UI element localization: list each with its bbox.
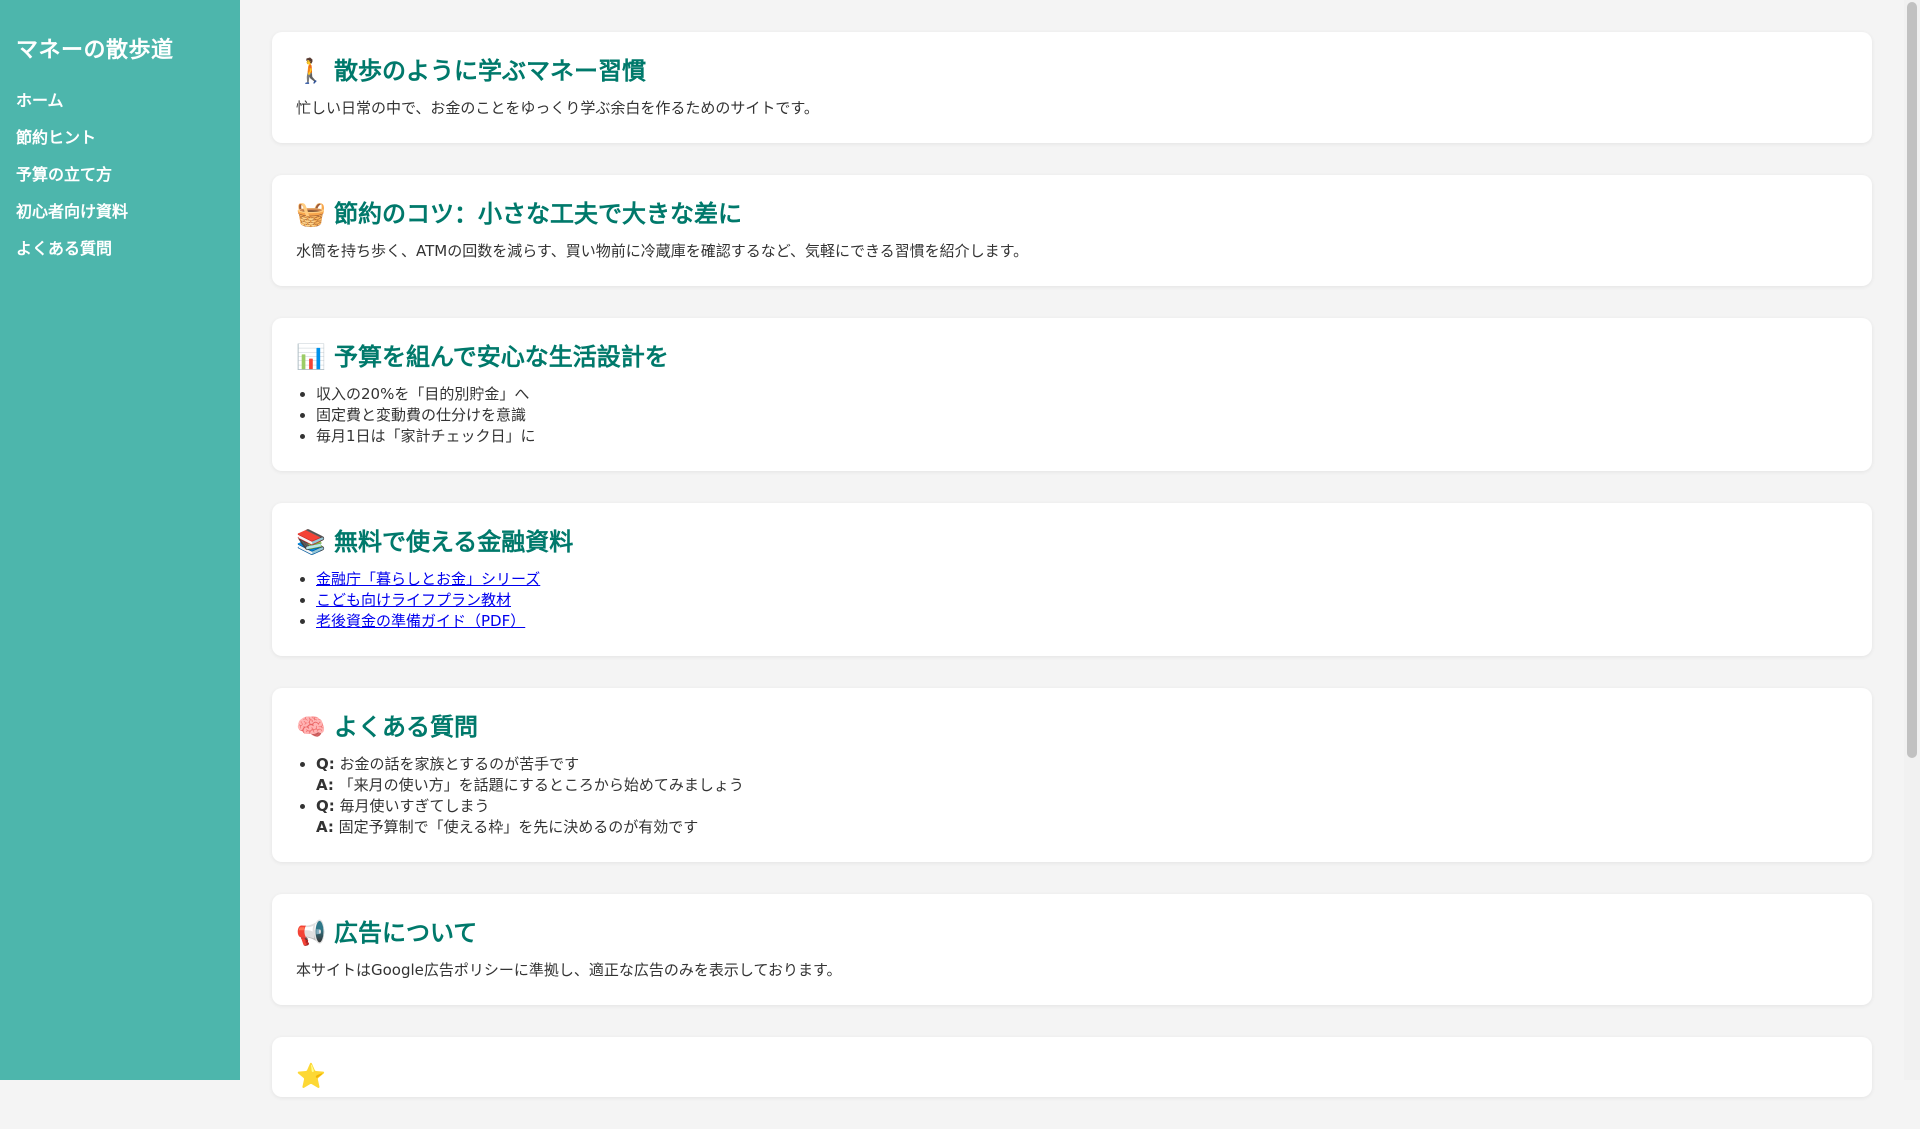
list-item: 金融庁「暮らしとお金」シリーズ	[316, 569, 1848, 590]
budget-card: 📊 予算を組んで安心な生活設計を 収入の20%を「目的別貯金」へ 固定費と変動費…	[272, 318, 1872, 471]
list-item: 収入の20%を「目的別貯金」へ	[316, 384, 1848, 405]
partial-heading: ⭐	[296, 1061, 1848, 1091]
faq-card: 🧠 よくある質問 Q: お金の話を家族とするのが苦手です A: 「来月の使い方」…	[272, 688, 1872, 862]
books-icon: 📚	[296, 528, 326, 556]
sidebar: マネーの散歩道 ホーム 節約ヒント 予算の立て方 初心者向け資料 よくある質問	[0, 0, 240, 1080]
resource-link-kids-lifeplan[interactable]: こども向けライフプラン教材	[316, 591, 511, 609]
megaphone-icon: 📢	[296, 919, 326, 947]
saving-text: 水筒を持ち歩く、ATMの回数を減らす、買い物前に冷蔵庫を確認するなど、気軽にでき…	[296, 242, 1029, 260]
saving-title: 節約のコツ：小さな工夫で大きな差に	[334, 200, 742, 228]
saving-heading: 🧺 節約のコツ：小さな工夫で大きな差に	[296, 199, 1848, 229]
intro-heading: 🚶 散歩のように学ぶマネー習慣	[296, 56, 1848, 86]
ads-title: 広告について	[334, 919, 478, 947]
budget-list: 収入の20%を「目的別貯金」へ 固定費と変動費の仕分けを意識 毎月1日は「家計チ…	[296, 384, 1848, 447]
question-label: Q:	[316, 797, 335, 815]
resources-title: 無料で使える金融資料	[334, 528, 574, 556]
question-label: Q:	[316, 755, 335, 773]
faq-list: Q: お金の話を家族とするのが苦手です A: 「来月の使い方」を話題にするところ…	[296, 754, 1848, 838]
star-icon: ⭐	[296, 1062, 326, 1090]
ads-text: 本サイトはGoogle広告ポリシーに準拠し、適正な広告のみを表示しております。	[296, 961, 842, 979]
question-text: 毎月使いすぎてしまう	[339, 797, 490, 815]
bar-chart-icon: 📊	[296, 343, 326, 371]
nav-item-saving-tips[interactable]: 節約ヒント	[16, 127, 224, 148]
faq-title: よくある質問	[334, 713, 478, 741]
basket-icon: 🧺	[296, 200, 326, 228]
partial-card: ⭐	[272, 1037, 1872, 1097]
intro-card: 🚶 散歩のように学ぶマネー習慣 忙しい日常の中で、お金のことをゆっくり学ぶ余白を…	[272, 32, 1872, 143]
answer-text: 「来月の使い方」を話題にするところから始めてみましょう	[338, 776, 744, 794]
list-item: 固定費と変動費の仕分けを意識	[316, 405, 1848, 426]
resource-link-retirement-guide[interactable]: 老後資金の準備ガイド（PDF）	[316, 612, 525, 630]
resources-card: 📚 無料で使える金融資料 金融庁「暮らしとお金」シリーズ こども向けライフプラン…	[272, 503, 1872, 656]
answer-label: A:	[316, 818, 334, 836]
nav-item-beginner-resources[interactable]: 初心者向け資料	[16, 201, 224, 222]
brain-icon: 🧠	[296, 713, 326, 741]
list-item: こども向けライフプラン教材	[316, 590, 1848, 611]
main-content: 🚶 散歩のように学ぶマネー習慣 忙しい日常の中で、お金のことをゆっくり学ぶ余白を…	[272, 32, 1872, 1129]
answer-label: A:	[316, 776, 334, 794]
nav-item-faq[interactable]: よくある質問	[16, 238, 224, 259]
faq-item: Q: 毎月使いすぎてしまう A: 固定予算制で「使える枠」を先に決めるのが有効で…	[316, 796, 1848, 838]
intro-title: 散歩のように学ぶマネー習慣	[334, 57, 646, 85]
budget-title: 予算を組んで安心な生活設計を	[334, 343, 669, 371]
budget-heading: 📊 予算を組んで安心な生活設計を	[296, 342, 1848, 372]
scrollbar[interactable]	[1904, 0, 1920, 1080]
intro-text: 忙しい日常の中で、お金のことをゆっくり学ぶ余白を作るためのサイトです。	[296, 99, 819, 117]
resource-link-fsa-series[interactable]: 金融庁「暮らしとお金」シリーズ	[316, 570, 540, 588]
resources-heading: 📚 無料で使える金融資料	[296, 527, 1848, 557]
nav-item-home[interactable]: ホーム	[16, 90, 224, 111]
nav-item-budget[interactable]: 予算の立て方	[16, 164, 224, 185]
list-item: 老後資金の準備ガイド（PDF）	[316, 611, 1848, 632]
answer-text: 固定予算制で「使える枠」を先に決めるのが有効です	[338, 818, 699, 836]
faq-item: Q: お金の話を家族とするのが苦手です A: 「来月の使い方」を話題にするところ…	[316, 754, 1848, 796]
list-item: 毎月1日は「家計チェック日」に	[316, 426, 1848, 447]
resources-list: 金融庁「暮らしとお金」シリーズ こども向けライフプラン教材 老後資金の準備ガイド…	[296, 569, 1848, 632]
scrollbar-thumb[interactable]	[1907, 2, 1917, 758]
ads-heading: 📢 広告について	[296, 918, 1848, 948]
walking-person-icon: 🚶	[296, 57, 326, 85]
ads-card: 📢 広告について 本サイトはGoogle広告ポリシーに準拠し、適正な広告のみを表…	[272, 894, 1872, 1005]
saving-card: 🧺 節約のコツ：小さな工夫で大きな差に 水筒を持ち歩く、ATMの回数を減らす、買…	[272, 175, 1872, 286]
faq-heading: 🧠 よくある質問	[296, 712, 1848, 742]
question-text: お金の話を家族とするのが苦手です	[339, 755, 580, 773]
site-title: マネーの散歩道	[16, 38, 174, 63]
